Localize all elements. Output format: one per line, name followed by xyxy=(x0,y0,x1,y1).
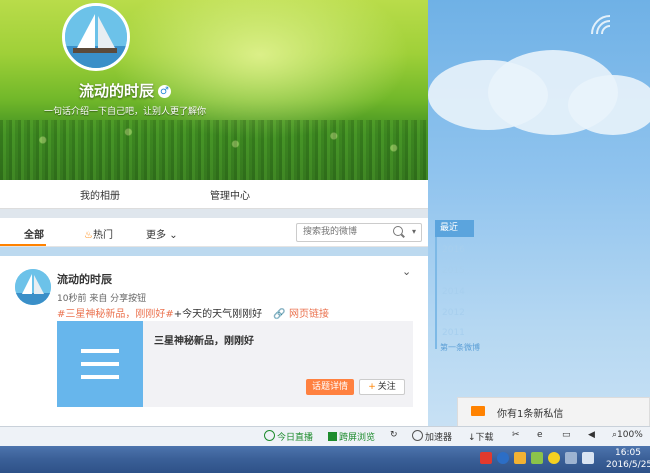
envelope-icon xyxy=(471,406,485,416)
volume-icon[interactable] xyxy=(582,452,594,464)
gauge-icon xyxy=(412,430,423,441)
refresh-icon[interactable]: ↻ xyxy=(390,430,398,440)
help-icon[interactable] xyxy=(497,452,509,464)
system-clock[interactable]: 16:05 2016/5/25 xyxy=(606,447,650,471)
active-tab-indicator xyxy=(0,244,46,246)
search-icon[interactable] xyxy=(393,226,403,236)
topic-card-image xyxy=(57,321,143,407)
feed-tabs: 全部 ♨热门 更多 ⌄ ▾ xyxy=(0,218,428,247)
zoom-button[interactable]: ⌕100% xyxy=(612,430,643,440)
post-web-link[interactable]: 🔗 网页链接 xyxy=(273,309,329,320)
tab-all[interactable]: 全部 xyxy=(24,226,44,241)
timeline-year[interactable]: 2011 xyxy=(442,328,465,338)
timeline-year[interactable]: 2015 xyxy=(442,266,465,276)
plus-icon: + xyxy=(368,382,376,392)
download-arrow-icon: ↓ xyxy=(468,433,476,443)
post-avatar[interactable] xyxy=(15,269,51,305)
wifi-decoration-icon xyxy=(591,15,611,35)
live-button[interactable]: 今日直播 xyxy=(264,430,313,443)
topic-card[interactable]: 三星神秘新品，刚刚好 话题详情 + 关注 xyxy=(57,321,413,407)
section-gap xyxy=(0,209,428,218)
download-label: 下载 xyxy=(475,433,494,443)
topic-details-button[interactable]: 话题详情 xyxy=(306,379,354,395)
search-box: ▾ xyxy=(296,223,422,242)
download-button[interactable]: ↓下载 xyxy=(468,430,494,443)
profile-nickname: 流动的时辰 ♂ xyxy=(0,80,250,101)
profile-avatar[interactable] xyxy=(62,3,130,71)
timeline-first-post[interactable]: 第一条微博 xyxy=(440,342,480,353)
post-topic-tag[interactable]: #三星神秘新品，刚刚好# xyxy=(57,309,174,320)
follow-button-label: 关注 xyxy=(377,382,396,392)
sogou-input-icon[interactable] xyxy=(480,452,492,464)
window-icon[interactable]: ▭ xyxy=(562,430,571,440)
accelerator-button[interactable]: 加速器 xyxy=(412,430,452,443)
nav-album[interactable]: 我的相册 xyxy=(80,187,120,202)
tab-more-label: 更多 xyxy=(146,230,166,241)
sailboat-icon xyxy=(15,269,51,305)
male-gender-icon: ♂ xyxy=(158,85,171,98)
timeline-recent[interactable]: 最近 xyxy=(435,220,474,237)
private-message-text: 你有1条新私信 xyxy=(497,409,564,420)
screenshot-icon[interactable]: ✂ xyxy=(512,430,520,440)
security-icon[interactable] xyxy=(548,452,560,464)
cross-screen-button[interactable]: 跨屏浏览 xyxy=(328,430,375,443)
post-text: #三星神秘新品，刚刚好#+今天的天气刚刚好 🔗 网页链接 xyxy=(57,305,329,320)
follow-button[interactable]: + 关注 xyxy=(359,379,405,395)
topic-card-title: 三星神秘新品，刚刚好 xyxy=(154,336,254,347)
weibo-post: 流动的时辰 10秒前 来自 分享按钮 #三星神秘新品，刚刚好#+今天的天气刚刚好… xyxy=(0,256,428,426)
speaker-icon[interactable]: ◀ xyxy=(588,430,595,440)
profile-navbar: 我的相册 管理中心 xyxy=(0,180,428,209)
chevron-down-icon: ⌄ xyxy=(169,230,178,241)
sailboat-icon xyxy=(65,6,127,68)
post-author-name[interactable]: 流动的时辰 xyxy=(57,271,112,287)
tab-hot[interactable]: ♨热门 xyxy=(84,226,113,241)
cross-screen-label: 跨屏浏览 xyxy=(339,433,376,443)
post-meta: 10秒前 来自 分享按钮 xyxy=(57,294,147,304)
user-icon[interactable] xyxy=(531,452,543,464)
profile-cover: 流动的时辰 ♂ 一句话介绍一下自己吧，让别人更了解你 xyxy=(0,0,428,180)
flame-icon: ♨ xyxy=(84,230,93,241)
tab-hot-label: 热门 xyxy=(92,230,113,241)
post-web-link-label: 网页链接 xyxy=(288,309,329,320)
timeline-year[interactable]: 2012 xyxy=(442,308,465,318)
cloud-decoration xyxy=(568,75,650,135)
year-timeline: 最近 2016 2015 2014 2012 2011 第一条微博 xyxy=(435,220,495,360)
private-message-popup[interactable]: 你有1条新私信 xyxy=(457,397,650,427)
timeline-year[interactable]: 2016 xyxy=(442,245,465,255)
search-input[interactable] xyxy=(297,224,399,240)
nav-manage-center[interactable]: 管理中心 xyxy=(210,187,250,202)
page-background xyxy=(428,0,650,430)
clock-time: 16:05 xyxy=(615,448,641,458)
network-icon[interactable] xyxy=(565,452,577,464)
chevron-down-icon[interactable]: ▾ xyxy=(412,227,416,236)
play-icon xyxy=(264,430,275,441)
profile-intro[interactable]: 一句话介绍一下自己吧，让别人更了解你 xyxy=(0,104,250,117)
screen-icon xyxy=(328,432,337,441)
windows-taskbar: 16:05 2016/5/25 xyxy=(0,446,650,473)
browser-statusbar: 今日直播 跨屏浏览 ↻ 加速器 ↓下载 ✂ e ▭ ◀ ⌕100% xyxy=(0,426,650,446)
post-body-text: +今天的天气刚刚好 xyxy=(173,309,263,320)
link-icon: 🔗 xyxy=(273,309,286,320)
post-options-chevron-icon[interactable]: ⌄ xyxy=(402,265,411,278)
ie-icon[interactable]: e xyxy=(537,430,543,440)
live-label: 今日直播 xyxy=(277,433,314,443)
zoom-level: 100% xyxy=(617,430,643,440)
keyboard-icon[interactable] xyxy=(514,452,526,464)
timeline-year[interactable]: 2014 xyxy=(442,287,465,297)
tab-more[interactable]: 更多 ⌄ xyxy=(146,226,178,241)
timeline-line xyxy=(435,237,437,349)
accelerator-label: 加速器 xyxy=(425,433,453,443)
clock-date: 2016/5/25 xyxy=(606,460,650,470)
